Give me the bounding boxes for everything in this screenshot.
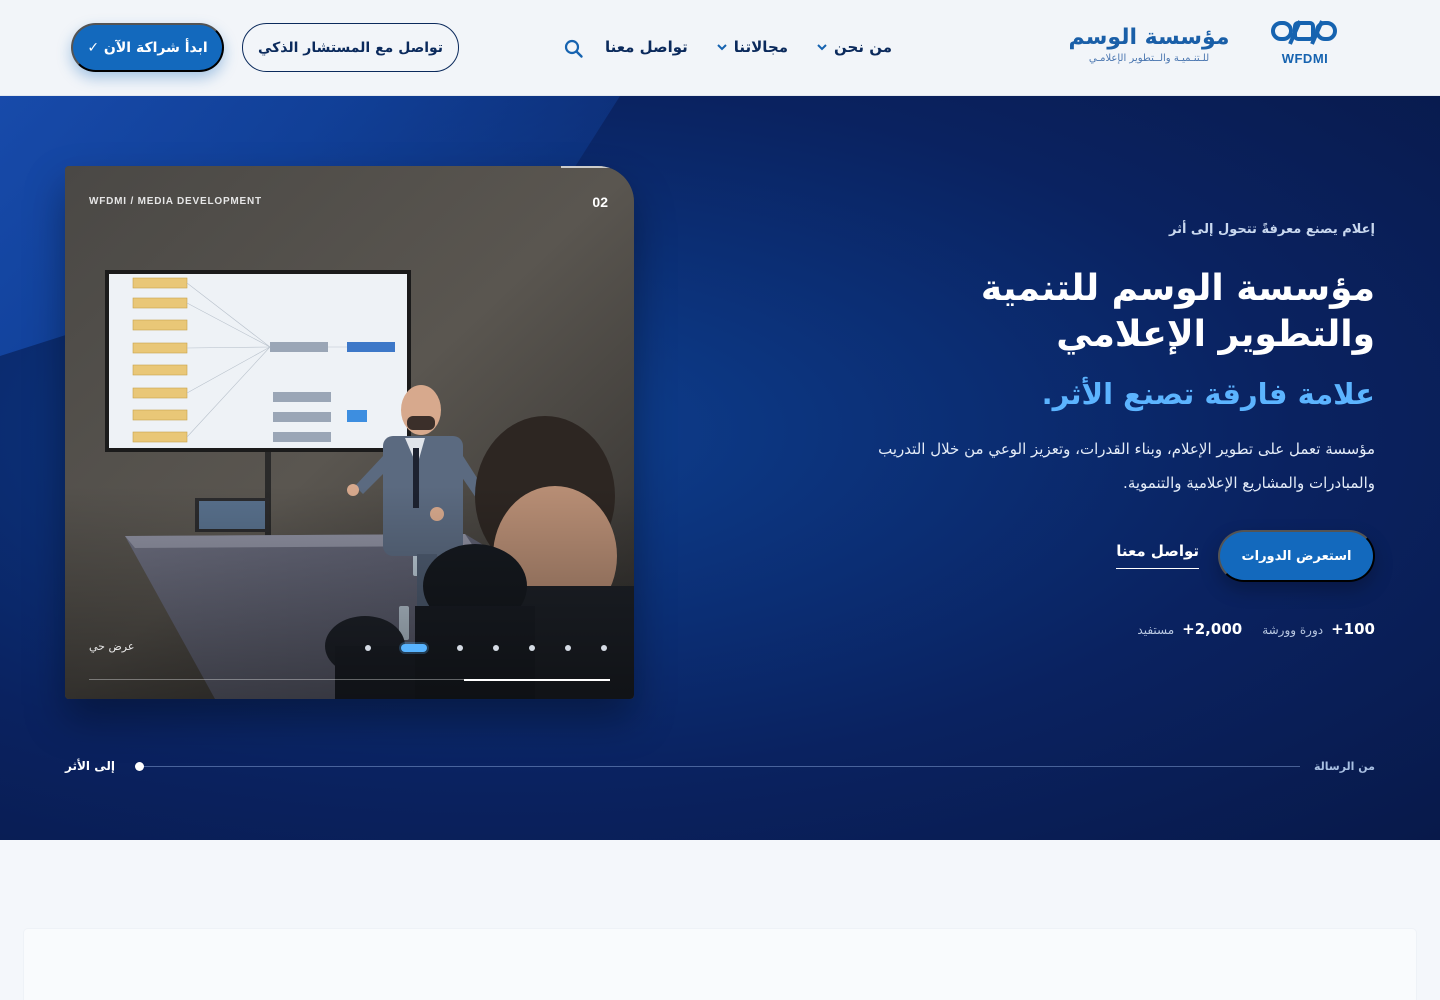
hero-section: إعلام يصنع معرفةً تتحول إلى أثر مؤسسة ال…: [0, 96, 1440, 840]
nav-item-label: تواصل معنا: [604, 38, 688, 56]
brand-wordmark[interactable]: مؤسسة الوسم للـتنـميـة والــتطوير الإعلا…: [1064, 24, 1234, 66]
stat-courses: +100 دورة وورشة: [1262, 620, 1375, 638]
slider-dots: [365, 644, 634, 652]
search-icon: [564, 39, 583, 58]
next-section: [0, 840, 1440, 1000]
slider-dot[interactable]: [565, 645, 571, 651]
card-caption: WFDMI / MEDIA DEVELOPMENT: [89, 196, 262, 207]
slider-dot[interactable]: [601, 645, 607, 651]
timeline-line: [138, 766, 1300, 767]
logo-glyph-icon: [1271, 20, 1337, 45]
brand-code: WFDMI: [1281, 51, 1329, 66]
chevron-down-icon: [817, 44, 827, 51]
nav-item-label: من نحن: [834, 38, 892, 56]
slider-dot[interactable]: [529, 645, 535, 651]
training-photo: [65, 166, 634, 699]
stat-value: +2,000: [1182, 620, 1243, 638]
main-nav: من نحن مجالاتنا تواصل معنا: [577, 34, 892, 60]
stat-value: +100: [1331, 620, 1375, 638]
timeline-start-label: من الرسالة: [1313, 760, 1375, 773]
card-top-accent: [561, 166, 633, 168]
nav-item-fields[interactable]: مجالاتنا: [716, 34, 788, 60]
slider-dot[interactable]: [493, 645, 499, 651]
stat-beneficiaries: +2,000 مستفيد: [1137, 620, 1242, 638]
stat-label: مستفيد: [1137, 623, 1175, 637]
hero-media-slider[interactable]: WFDMI / MEDIA DEVELOPMENT 02 عرض حي: [65, 166, 634, 699]
slide-index: 02: [592, 194, 608, 210]
brand-name: مؤسسة الوسم: [1068, 25, 1230, 50]
slide-progress-track: [89, 678, 610, 681]
slide-progress-fill: [464, 678, 610, 681]
browse-courses-button[interactable]: استعرض الدورات: [1218, 530, 1375, 582]
slider-dot[interactable]: [457, 645, 463, 651]
start-partnership-button[interactable]: ابدأ شراكة الآن ✓: [71, 23, 224, 72]
hero-title-line2: والتطوير الإعلامي: [1056, 314, 1375, 355]
hero-title-line1: مؤسسة الوسم للتنمية: [980, 268, 1375, 309]
site-header: WFDMI مؤسسة الوسم للـتنـميـة والــتطوير …: [0, 0, 1440, 96]
chevron-down-icon: [717, 44, 727, 51]
brand-subtitle: للـتنـميـة والــتطوير الإعلامـي: [1088, 53, 1210, 64]
slider-dot[interactable]: [401, 644, 427, 652]
hero-eyebrow: إعلام يصنع معرفةً تتحول إلى أثر: [1168, 222, 1375, 237]
hero-description: مؤسسة تعمل على تطوير الإعلام، وبناء القد…: [878, 440, 1375, 492]
brand-logo-icon[interactable]: WFDMI: [1268, 18, 1342, 72]
timeline-marker: [135, 762, 144, 771]
stat-label: دورة وورشة: [1262, 623, 1324, 637]
hero-title: مؤسسة الوسم للتنمية والتطوير الإعلامي: [815, 266, 1375, 358]
contact-us-link[interactable]: تواصل معنا: [1116, 542, 1199, 569]
smart-advisor-button[interactable]: تواصل مع المستشار الذكي: [242, 23, 459, 72]
live-label: عرض حي: [89, 640, 135, 653]
hero-tagline: علامة فارقة تصنع الأثر.: [1041, 377, 1375, 411]
nav-item-about[interactable]: من نحن: [816, 34, 892, 60]
timeline-end-label: إلى الأثر: [65, 759, 115, 773]
section-card: [24, 929, 1416, 1000]
nav-item-contact[interactable]: تواصل معنا: [605, 34, 688, 60]
search-button[interactable]: [563, 38, 585, 60]
slider-dot[interactable]: [365, 645, 371, 651]
hero-stats: +100 دورة وورشة +2,000 مستفيد: [1137, 620, 1375, 638]
nav-item-label: مجالاتنا: [733, 38, 789, 56]
